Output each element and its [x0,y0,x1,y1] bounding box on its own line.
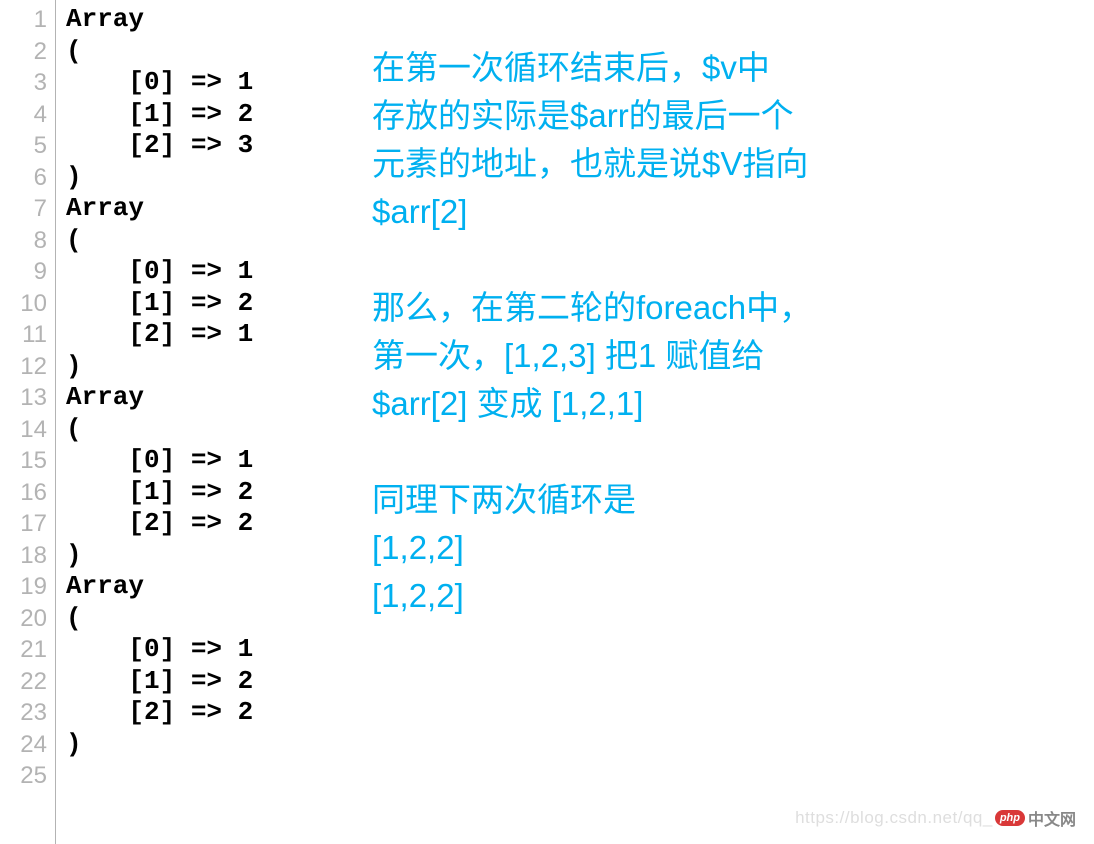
line-number: 10 [0,288,47,320]
line-number: 18 [0,540,47,572]
line-number-gutter: 1 2 3 4 5 6 7 8 9 10 11 12 13 14 15 16 1… [0,0,56,844]
line-number: 16 [0,477,47,509]
annotation-line: 第一次，[1,2,3] 把1 赋值给 [372,332,1092,380]
code-line: [1] => 2 [66,666,1094,698]
line-number: 17 [0,508,47,540]
annotation-line: [1,2,2] [372,572,1092,620]
line-number: 12 [0,351,47,383]
line-number: 4 [0,99,47,131]
code-line: ) [66,729,1094,761]
watermark: https://blog.csdn.net/qq_ php 中文网 [795,806,1076,830]
code-line: [0] => 1 [66,634,1094,666]
annotation-line: 存放的实际是$arr的最后一个 [372,92,1092,140]
line-number: 3 [0,67,47,99]
line-number: 23 [0,697,47,729]
line-number: 7 [0,193,47,225]
annotation-overlay: 在第一次循环结束后，$v中 存放的实际是$arr的最后一个 元素的地址，也就是说… [372,44,1092,620]
annotation-line: 在第一次循环结束后，$v中 [372,44,1092,92]
line-number: 13 [0,382,47,414]
annotation-line: 元素的地址，也就是说$V指向 [372,140,1092,188]
line-number: 19 [0,571,47,603]
line-number: 2 [0,36,47,68]
annotation-paragraph-3: 同理下两次循环是 [1,2,2] [1,2,2] [372,476,1092,620]
line-number: 1 [0,4,47,36]
annotation-line: 那么，在第二轮的foreach中， [372,284,1092,332]
line-number: 9 [0,256,47,288]
watermark-url: https://blog.csdn.net/qq_ [795,808,993,828]
code-area: Array ( [0] => 1 [1] => 2 [2] => 3 ) Arr… [56,0,1094,844]
line-number: 11 [0,319,47,351]
line-number: 15 [0,445,47,477]
watermark-cn-text: 中文网 [1028,806,1076,830]
line-number: 8 [0,225,47,257]
code-line: [2] => 2 [66,697,1094,729]
annotation-line: $arr[2] [372,188,1092,236]
annotation-paragraph-1: 在第一次循环结束后，$v中 存放的实际是$arr的最后一个 元素的地址，也就是说… [372,44,1092,236]
line-number: 21 [0,634,47,666]
code-line: Array [66,4,1094,36]
line-number: 14 [0,414,47,446]
line-number: 20 [0,603,47,635]
annotation-line: $arr[2] 变成 [1,2,1] [372,380,1092,428]
php-badge-icon: php [995,810,1025,826]
line-number: 6 [0,162,47,194]
editor-container: 1 2 3 4 5 6 7 8 9 10 11 12 13 14 15 16 1… [0,0,1094,844]
watermark-logo: php 中文网 [995,806,1076,830]
line-number: 24 [0,729,47,761]
line-number: 25 [0,760,47,792]
annotation-line: 同理下两次循环是 [372,476,1092,524]
line-number: 22 [0,666,47,698]
annotation-paragraph-2: 那么，在第二轮的foreach中， 第一次，[1,2,3] 把1 赋值给 $ar… [372,284,1092,428]
annotation-line: [1,2,2] [372,524,1092,572]
line-number: 5 [0,130,47,162]
